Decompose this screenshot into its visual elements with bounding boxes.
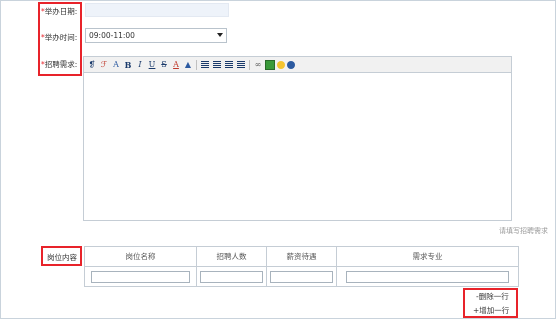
strikethrough-icon[interactable]: S [159,60,169,70]
font-color-icon[interactable]: A [171,60,181,70]
editor-hint: 请填写招聘需求 [499,227,548,235]
link-icon[interactable]: ∞ [253,60,263,70]
major-input[interactable] [346,270,509,283]
positions-section-label: 岗位内容 [47,253,77,262]
format-icon[interactable]: ℱ [99,60,109,70]
font-size-icon[interactable]: A [111,60,121,70]
bold-icon[interactable]: B [123,60,133,70]
emoji-icon[interactable] [277,60,285,69]
requirement-label: *招聘需求: [41,60,78,69]
time-label: *举办时间: [41,33,78,42]
align-left-icon[interactable] [200,60,210,70]
toolbar-separator [249,59,250,70]
italic-icon[interactable]: I [135,60,145,70]
time-select[interactable]: 09:00-11:00 [85,28,227,43]
table-row [84,266,519,287]
table-header-row: 岗位名称 招聘人数 薪资待遇 需求专业 [84,246,519,267]
delete-row-button[interactable]: -删除一行 [476,291,509,302]
toolbar-separator [196,59,197,70]
requirement-editor[interactable]: ❡ ℱ A B I U S A ▲ ∞ [83,56,512,221]
about-icon[interactable] [287,60,295,69]
highlight-color-icon[interactable]: ▲ [183,60,193,70]
image-icon[interactable] [265,59,275,70]
editor-toolbar: ❡ ℱ A B I U S A ▲ ∞ [84,57,511,73]
dropdown-arrow-icon[interactable] [217,33,223,37]
unordered-list-icon[interactable] [212,60,222,70]
position-name-input[interactable] [90,270,191,283]
column-header-headcount: 招聘人数 [196,246,267,267]
underline-icon[interactable]: U [147,60,157,70]
date-input[interactable] [85,3,229,17]
salary-input[interactable] [270,270,333,283]
indent-icon[interactable] [224,60,234,70]
source-icon[interactable]: ❡ [87,60,97,70]
column-header-position: 岗位名称 [84,246,197,267]
add-row-button[interactable]: +增加一行 [473,305,509,316]
headcount-input[interactable] [200,270,263,283]
outdent-icon[interactable] [236,60,246,70]
positions-table: 岗位名称 招聘人数 薪资待遇 需求专业 [84,246,519,287]
column-header-salary: 薪资待遇 [266,246,337,267]
column-header-major: 需求专业 [336,246,519,267]
date-label: *举办日期: [41,7,78,16]
